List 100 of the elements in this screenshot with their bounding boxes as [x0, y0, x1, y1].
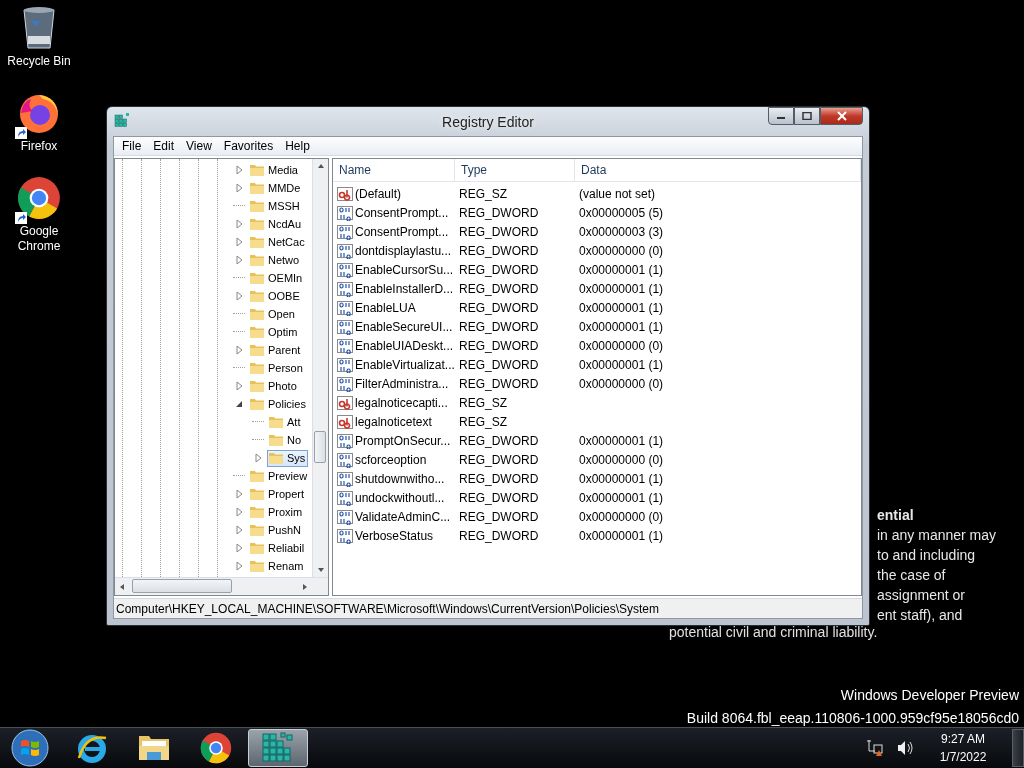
collapsed-triangle-icon[interactable]	[233, 380, 245, 392]
tree-item[interactable]: Reliabil	[248, 539, 308, 557]
network-icon[interactable]	[866, 739, 884, 757]
column-header[interactable]: Data	[575, 159, 861, 181]
value-name[interactable]: ConsentPrompt...	[355, 205, 449, 220]
value-data: 0x00000003 (3)	[578, 224, 665, 239]
value-type: REG_DWORD	[458, 243, 540, 258]
value-name[interactable]: ValidateAdminC...	[355, 509, 451, 524]
collapsed-triangle-icon[interactable]	[233, 164, 245, 176]
binary-value-icon	[337, 356, 353, 373]
menu-item[interactable]: File	[116, 139, 148, 153]
chrome-icon[interactable]	[200, 732, 232, 764]
menu-item[interactable]: Edit	[147, 139, 181, 153]
tree-item[interactable]: Policies	[248, 395, 309, 413]
tree-item[interactable]: Optim	[248, 323, 301, 341]
desktop-icon-label[interactable]: Recycle Bin	[0, 54, 78, 69]
maximize-button[interactable]	[794, 107, 820, 125]
value-name[interactable]: undockwithoutl...	[355, 490, 445, 505]
collapsed-triangle-icon[interactable]	[233, 290, 245, 302]
collapsed-triangle-icon[interactable]	[233, 506, 245, 518]
tree-item[interactable]: OEMIn	[248, 269, 306, 287]
desktop-icon-label[interactable]: Google Chrome	[9, 224, 69, 254]
value-name[interactable]: EnableUIADeskt...	[355, 338, 454, 353]
menu-item[interactable]: Favorites	[217, 139, 280, 153]
value-name[interactable]: EnableVirtualizat...	[355, 357, 455, 372]
folder-icon	[249, 469, 265, 483]
collapsed-triangle-icon[interactable]	[233, 218, 245, 230]
vertical-scrollbar[interactable]	[312, 159, 328, 577]
value-name[interactable]: legalnoticetext	[355, 414, 432, 429]
tree-item[interactable]: Parent	[248, 341, 304, 359]
value-name[interactable]: EnableCursorSu...	[355, 262, 454, 277]
tree-item[interactable]: Renam	[248, 557, 307, 575]
binary-value-icon	[337, 337, 353, 354]
show-desktop-button[interactable]	[1012, 729, 1024, 767]
value-data: 0x00000001 (1)	[578, 281, 665, 296]
clock[interactable]: 9:27 AM 1/7/2022	[926, 730, 1000, 766]
collapsed-triangle-icon[interactable]	[233, 254, 245, 266]
minimize-button[interactable]	[768, 107, 794, 125]
tree-item[interactable]: Preview	[248, 467, 311, 485]
scrollbar-thumb[interactable]	[132, 579, 232, 593]
close-button[interactable]	[820, 107, 863, 125]
tree-item[interactable]: OOBE	[248, 287, 303, 305]
tree-item[interactable]: Photo	[248, 377, 300, 395]
value-name[interactable]: PromptOnSecur...	[355, 433, 451, 448]
tree-item[interactable]: Att	[267, 413, 304, 431]
value-name[interactable]: ConsentPrompt...	[355, 224, 449, 239]
binary-value-icon	[337, 451, 353, 468]
horizontal-scrollbar[interactable]	[115, 577, 328, 595]
registry-cubes-icon[interactable]	[261, 732, 295, 764]
collapsed-triangle-icon[interactable]	[252, 452, 264, 464]
browser-e-icon[interactable]	[76, 732, 108, 764]
tree-item[interactable]: NcdAu	[248, 215, 305, 233]
tree-item[interactable]: Open	[248, 305, 298, 323]
collapsed-triangle-icon[interactable]	[233, 560, 245, 572]
value-name[interactable]: EnableSecureUI...	[355, 319, 453, 334]
value-data: 0x00000005 (5)	[578, 205, 665, 220]
tree-item[interactable]: NetCac	[248, 233, 308, 251]
tree-item[interactable]: Proxim	[248, 503, 306, 521]
tree-item[interactable]: MMDe	[248, 179, 304, 197]
collapsed-triangle-icon[interactable]	[233, 488, 245, 500]
start-orb-icon[interactable]	[11, 729, 49, 767]
value-name[interactable]: FilterAdministra...	[355, 376, 449, 391]
value-name[interactable]: EnableLUA	[355, 300, 416, 315]
menu-item[interactable]: Help	[279, 139, 316, 153]
value-name[interactable]: legalnoticecapti...	[355, 395, 448, 410]
tree-item[interactable]: Propert	[248, 485, 308, 503]
tree-item[interactable]: MSSH	[248, 197, 303, 215]
value-name[interactable]: dontdisplaylastu...	[355, 243, 452, 258]
collapsed-triangle-icon[interactable]	[233, 182, 245, 194]
collapsed-triangle-icon[interactable]	[233, 236, 245, 248]
collapsed-triangle-icon[interactable]	[233, 542, 245, 554]
collapsed-triangle-icon[interactable]	[233, 524, 245, 536]
value-name[interactable]: VerboseStatus	[355, 528, 434, 543]
column-header[interactable]: Type	[455, 159, 575, 181]
folder-icon	[249, 271, 265, 285]
column-header[interactable]: Name	[333, 159, 455, 181]
value-data: 0x00000001 (1)	[578, 357, 665, 372]
value-type: REG_DWORD	[458, 338, 540, 353]
tree-item[interactable]: No	[267, 431, 305, 449]
binary-value-icon	[337, 299, 353, 316]
value-type: REG_DWORD	[458, 357, 540, 372]
value-name[interactable]: (Default)	[355, 186, 401, 201]
volume-icon[interactable]	[896, 740, 914, 756]
value-name[interactable]: scforceoption	[355, 452, 427, 467]
binary-value-icon	[337, 223, 353, 240]
value-name[interactable]: shutdownwitho...	[355, 471, 445, 486]
collapsed-triangle-icon[interactable]	[233, 344, 245, 356]
tree-item[interactable]: Sys	[267, 449, 309, 467]
value-data: 0x00000000 (0)	[578, 376, 665, 391]
tree-item[interactable]: Media	[248, 161, 301, 179]
folder-icon	[249, 361, 265, 375]
menu-item[interactable]: View	[180, 139, 218, 153]
desktop-icon-label[interactable]: Firefox	[9, 139, 69, 154]
tree-item[interactable]: Netwo	[248, 251, 303, 269]
value-type: REG_DWORD	[458, 433, 540, 448]
scrollbar-thumb[interactable]	[314, 431, 326, 463]
tree-item[interactable]: Person	[248, 359, 306, 377]
value-name[interactable]: EnableInstallerD...	[355, 281, 454, 296]
value-data: 0x00000001 (1)	[578, 300, 665, 315]
tree-item[interactable]: PushN	[248, 521, 305, 539]
